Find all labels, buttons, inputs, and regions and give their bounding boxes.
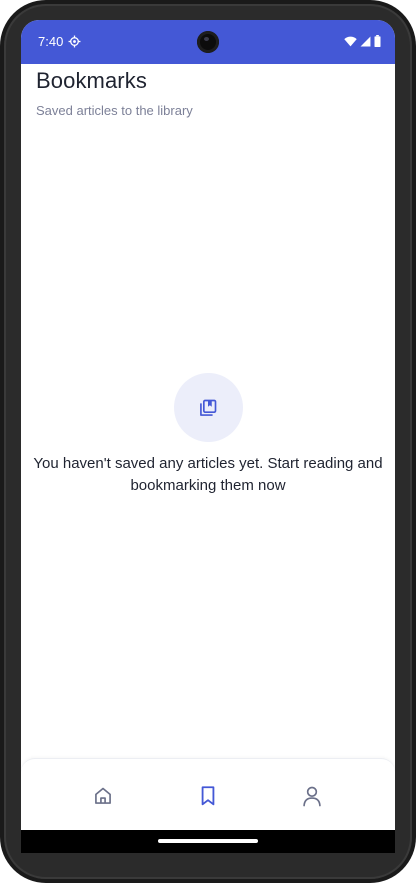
signal-icon	[360, 36, 371, 46]
empty-state: You haven't saved any articles yet. Star…	[21, 373, 395, 497]
gear-icon	[68, 35, 81, 48]
nav-home-button[interactable]	[88, 781, 118, 811]
empty-state-message: You haven't saved any articles yet. Star…	[33, 455, 383, 494]
bookmark-library-icon	[200, 399, 217, 416]
home-icon	[95, 787, 111, 804]
gesture-handle[interactable]	[158, 839, 258, 843]
app-screen: 7:40 Bookmarks Saved articles to the lib…	[21, 20, 395, 853]
status-bar: 7:40	[21, 20, 395, 64]
status-time: 7:40	[38, 34, 64, 49]
bookmark-icon	[201, 786, 215, 806]
front-camera	[197, 31, 219, 53]
page-title: Bookmarks	[36, 68, 147, 93]
nav-profile-button[interactable]	[297, 781, 327, 811]
wifi-icon	[344, 36, 357, 46]
user-icon	[303, 786, 321, 807]
camera-lens	[204, 37, 209, 41]
battery-icon	[374, 35, 381, 47]
page-header: Bookmarks Saved articles to the library	[36, 68, 193, 118]
page-subtitle: Saved articles to the library	[36, 103, 193, 118]
bottom-navigation	[21, 758, 395, 831]
empty-state-icon-badge	[173, 373, 243, 442]
status-icons	[344, 35, 381, 47]
nav-bookmarks-button[interactable]	[193, 781, 223, 811]
gesture-navigation-area	[21, 830, 395, 853]
device-frame: 7:40 Bookmarks Saved articles to the lib…	[0, 0, 416, 883]
